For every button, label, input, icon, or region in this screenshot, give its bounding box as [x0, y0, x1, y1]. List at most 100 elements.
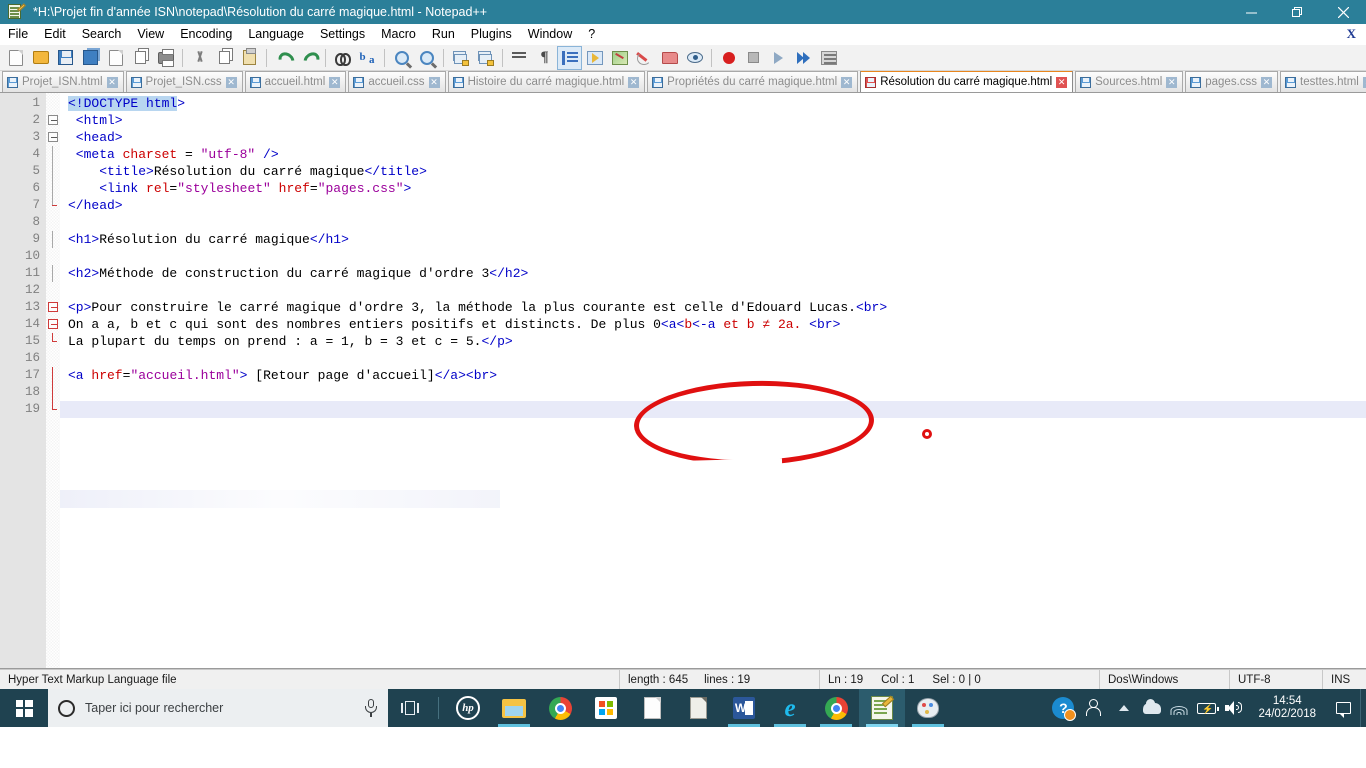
- cut-icon[interactable]: [187, 46, 212, 70]
- windows-start-button[interactable]: [0, 689, 48, 727]
- open-file-icon[interactable]: [28, 46, 53, 70]
- fold-cell[interactable]: [46, 265, 60, 282]
- print-icon[interactable]: [153, 46, 178, 70]
- tab-2[interactable]: accueil.html ✕: [244, 71, 347, 92]
- macro-run-multiple-icon[interactable]: [791, 46, 816, 70]
- tab-close-icon[interactable]: ✕: [329, 76, 341, 88]
- tray-network[interactable]: [1166, 689, 1192, 727]
- tray-battery[interactable]: ⚡: [1192, 689, 1220, 727]
- tab-close-icon[interactable]: ✕: [225, 76, 237, 88]
- zoom-out-icon[interactable]: [414, 46, 439, 70]
- menu-encoding[interactable]: Encoding: [172, 25, 240, 44]
- menu-language[interactable]: Language: [240, 25, 312, 44]
- tab-close-icon[interactable]: ✕: [1261, 76, 1273, 88]
- taskbar-file-explorer[interactable]: [491, 689, 537, 727]
- menu-view[interactable]: View: [129, 25, 172, 44]
- tab-close-icon[interactable]: ✕: [1166, 76, 1178, 88]
- menu-edit[interactable]: Edit: [36, 25, 74, 44]
- code-line[interactable]: <meta charset = "utf-8" />: [68, 146, 1366, 163]
- fold-cell[interactable]: [46, 129, 60, 146]
- code-content[interactable]: <!DOCTYPE html> <html> <head> <meta char…: [60, 93, 1366, 669]
- taskbar-microsoft-store[interactable]: [583, 689, 629, 727]
- code-line[interactable]: La plupart du temps on prend : a = 1, b …: [68, 333, 1366, 350]
- menu-help[interactable]: ?: [580, 25, 603, 44]
- task-view-button[interactable]: [388, 689, 432, 727]
- copy-icon[interactable]: [212, 46, 237, 70]
- new-file-icon[interactable]: [3, 46, 28, 70]
- tab-close-icon[interactable]: ✕: [106, 76, 118, 88]
- fold-collapse-icon[interactable]: [48, 115, 58, 125]
- fold-cell[interactable]: [46, 299, 60, 316]
- tab-8[interactable]: pages.css ✕: [1185, 71, 1279, 92]
- tab-9[interactable]: testtes.html✕: [1280, 71, 1366, 92]
- taskbar-word[interactable]: W: [721, 689, 767, 727]
- code-line[interactable]: <h2>Méthode de construction du carré mag…: [68, 265, 1366, 282]
- taskbar-hp-support[interactable]: hp: [445, 689, 491, 727]
- code-line[interactable]: </head>: [68, 197, 1366, 214]
- code-line[interactable]: <p>Pour construire le carré magique d'or…: [68, 299, 1366, 316]
- code-line[interactable]: <h1>Résolution du carré magique</h1>: [68, 231, 1366, 248]
- tab-close-icon[interactable]: ✕: [1056, 76, 1068, 88]
- taskbar-libreoffice[interactable]: [675, 689, 721, 727]
- fold-collapse-icon[interactable]: [48, 319, 58, 329]
- tab-6[interactable]: Résolution du carré magique.html ✕: [860, 71, 1074, 92]
- menu-macro[interactable]: Macro: [373, 25, 424, 44]
- code-line[interactable]: <a href="accueil.html"> [Retour page d'a…: [68, 367, 1366, 384]
- taskbar-chrome-profile[interactable]: [813, 689, 859, 727]
- tab-3[interactable]: accueil.css ✕: [348, 71, 446, 92]
- tab-close-icon[interactable]: ✕: [841, 76, 853, 88]
- tab-4[interactable]: Histoire du carré magique.html ✕: [447, 71, 646, 92]
- fold-cell[interactable]: [46, 163, 60, 180]
- tray-volume[interactable]: [1220, 689, 1248, 727]
- paste-icon[interactable]: [237, 46, 262, 70]
- fold-cell[interactable]: [46, 401, 60, 418]
- redo-icon[interactable]: [296, 46, 321, 70]
- close-button[interactable]: [1320, 0, 1366, 24]
- tab-1[interactable]: Projet_ISN.css ✕: [125, 71, 243, 92]
- taskbar-chrome[interactable]: [537, 689, 583, 727]
- zoom-in-icon[interactable]: [389, 46, 414, 70]
- microphone-icon[interactable]: [364, 699, 378, 717]
- fold-cell[interactable]: [46, 180, 60, 197]
- menu-run[interactable]: Run: [424, 25, 463, 44]
- tab-7[interactable]: Sources.html ✕: [1075, 71, 1184, 92]
- taskbar-notepadpp[interactable]: [859, 689, 905, 727]
- save-icon[interactable]: [53, 46, 78, 70]
- indent-guide-icon[interactable]: [557, 45, 582, 70]
- monitoring-icon[interactable]: [682, 46, 707, 70]
- close-file-icon[interactable]: [103, 46, 128, 70]
- fold-cell[interactable]: [46, 146, 60, 163]
- tab-close-icon[interactable]: ✕: [428, 76, 440, 88]
- restore-button[interactable]: [1274, 0, 1320, 24]
- action-center-button[interactable]: [1326, 689, 1360, 727]
- code-line[interactable]: On a a, b et c qui sont des nombres enti…: [68, 316, 1366, 333]
- taskbar-paint[interactable]: [905, 689, 951, 727]
- menu-search[interactable]: Search: [74, 25, 130, 44]
- fold-cell[interactable]: [46, 333, 60, 350]
- menu-window[interactable]: Window: [520, 25, 580, 44]
- undo-icon[interactable]: [271, 46, 296, 70]
- code-line[interactable]: [68, 282, 1366, 299]
- code-line[interactable]: <head>: [68, 129, 1366, 146]
- close-document-button[interactable]: X: [1347, 26, 1356, 42]
- menu-file[interactable]: File: [0, 25, 36, 44]
- fold-cell[interactable]: [46, 350, 60, 367]
- word-wrap-icon[interactable]: [507, 46, 532, 70]
- save-all-icon[interactable]: [78, 46, 103, 70]
- close-all-files-icon[interactable]: [128, 46, 153, 70]
- code-line[interactable]: <title>Résolution du carré magique</titl…: [68, 163, 1366, 180]
- code-line[interactable]: [60, 401, 1366, 418]
- tray-help-support[interactable]: ?: [1046, 689, 1080, 727]
- fold-cell[interactable]: [46, 197, 60, 214]
- fold-cell[interactable]: [46, 282, 60, 299]
- ui-user-defined-dialog-icon[interactable]: [582, 46, 607, 70]
- code-line[interactable]: <!DOCTYPE html>: [68, 95, 1366, 112]
- taskbar-search-input[interactable]: Taper ici pour rechercher: [48, 689, 388, 727]
- macro-play-icon[interactable]: [766, 46, 791, 70]
- code-line[interactable]: <link rel="stylesheet" href="pages.css">: [68, 180, 1366, 197]
- menu-settings[interactable]: Settings: [312, 25, 373, 44]
- fold-collapse-icon[interactable]: [48, 132, 58, 142]
- fold-cell[interactable]: [46, 112, 60, 129]
- sync-vertical-scroll-icon[interactable]: [448, 46, 473, 70]
- code-editor[interactable]: 1 2 3 4 5 6 7 8 9 10 11 12 13 14 15 16 17 18 19 <!DOCTYPE …: [0, 93, 1366, 669]
